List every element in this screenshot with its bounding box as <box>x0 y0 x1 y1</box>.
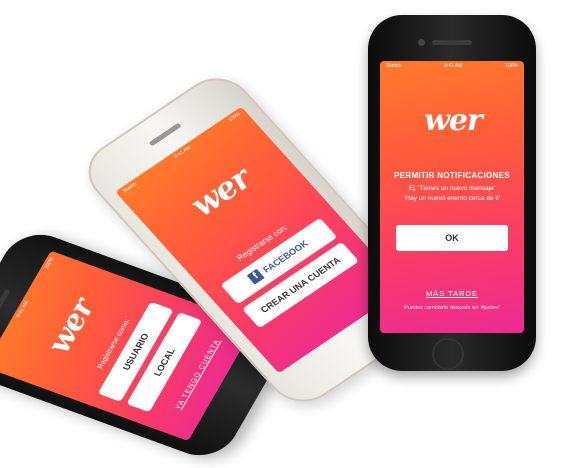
phone-front: Sketch 9:41 AM 100% wer PERMITIR NOTIFIC… <box>368 15 536 371</box>
ok-button[interactable]: OK <box>396 225 508 251</box>
settings-footnote: Puedes cambiarlo después en 'Ajustes' <box>404 305 500 311</box>
status-time: 9:41 AM <box>172 144 192 160</box>
notifications-screen: Sketch 9:41 AM 100% wer PERMITIR NOTIFIC… <box>380 61 524 333</box>
notifications-title: PERMITIR NOTIFICACIONES <box>394 171 510 180</box>
product-mockup-scene: Sketch 9:41 AM 100% wer Registrarse como… <box>0 0 567 468</box>
battery-label: 100% <box>505 62 518 69</box>
status-bar: Sketch 9:41 AM 100% <box>380 61 524 70</box>
speaker-grille <box>0 288 11 320</box>
home-button <box>432 338 464 370</box>
battery-label: 100% <box>42 256 56 270</box>
app-logo: wer <box>424 103 483 138</box>
status-time: 9:41 AM <box>14 300 30 319</box>
front-camera <box>418 39 425 46</box>
later-link[interactable]: MÁS TARDE <box>380 289 524 298</box>
carrier-label: Sketch <box>121 180 138 194</box>
facebook-icon: f <box>247 268 266 285</box>
carrier-label: Sketch <box>0 349 2 364</box>
app-logo: wer <box>182 160 259 224</box>
battery-label: 100% <box>226 111 242 123</box>
status-time: 9:41 AM <box>444 62 463 69</box>
speaker-grille <box>148 122 182 147</box>
notifications-example-2: 'Hay un nuevo evento cerca de ti' <box>404 195 500 202</box>
app-logo: wer <box>40 295 103 358</box>
status-bar: Sketch 9:41 AM 100% <box>0 251 59 370</box>
speaker-grille <box>432 40 472 45</box>
notifications-example-1: Ej. 'Tienes un nuevo mensaje' <box>408 185 496 192</box>
carrier-label: Sketch <box>386 62 402 69</box>
